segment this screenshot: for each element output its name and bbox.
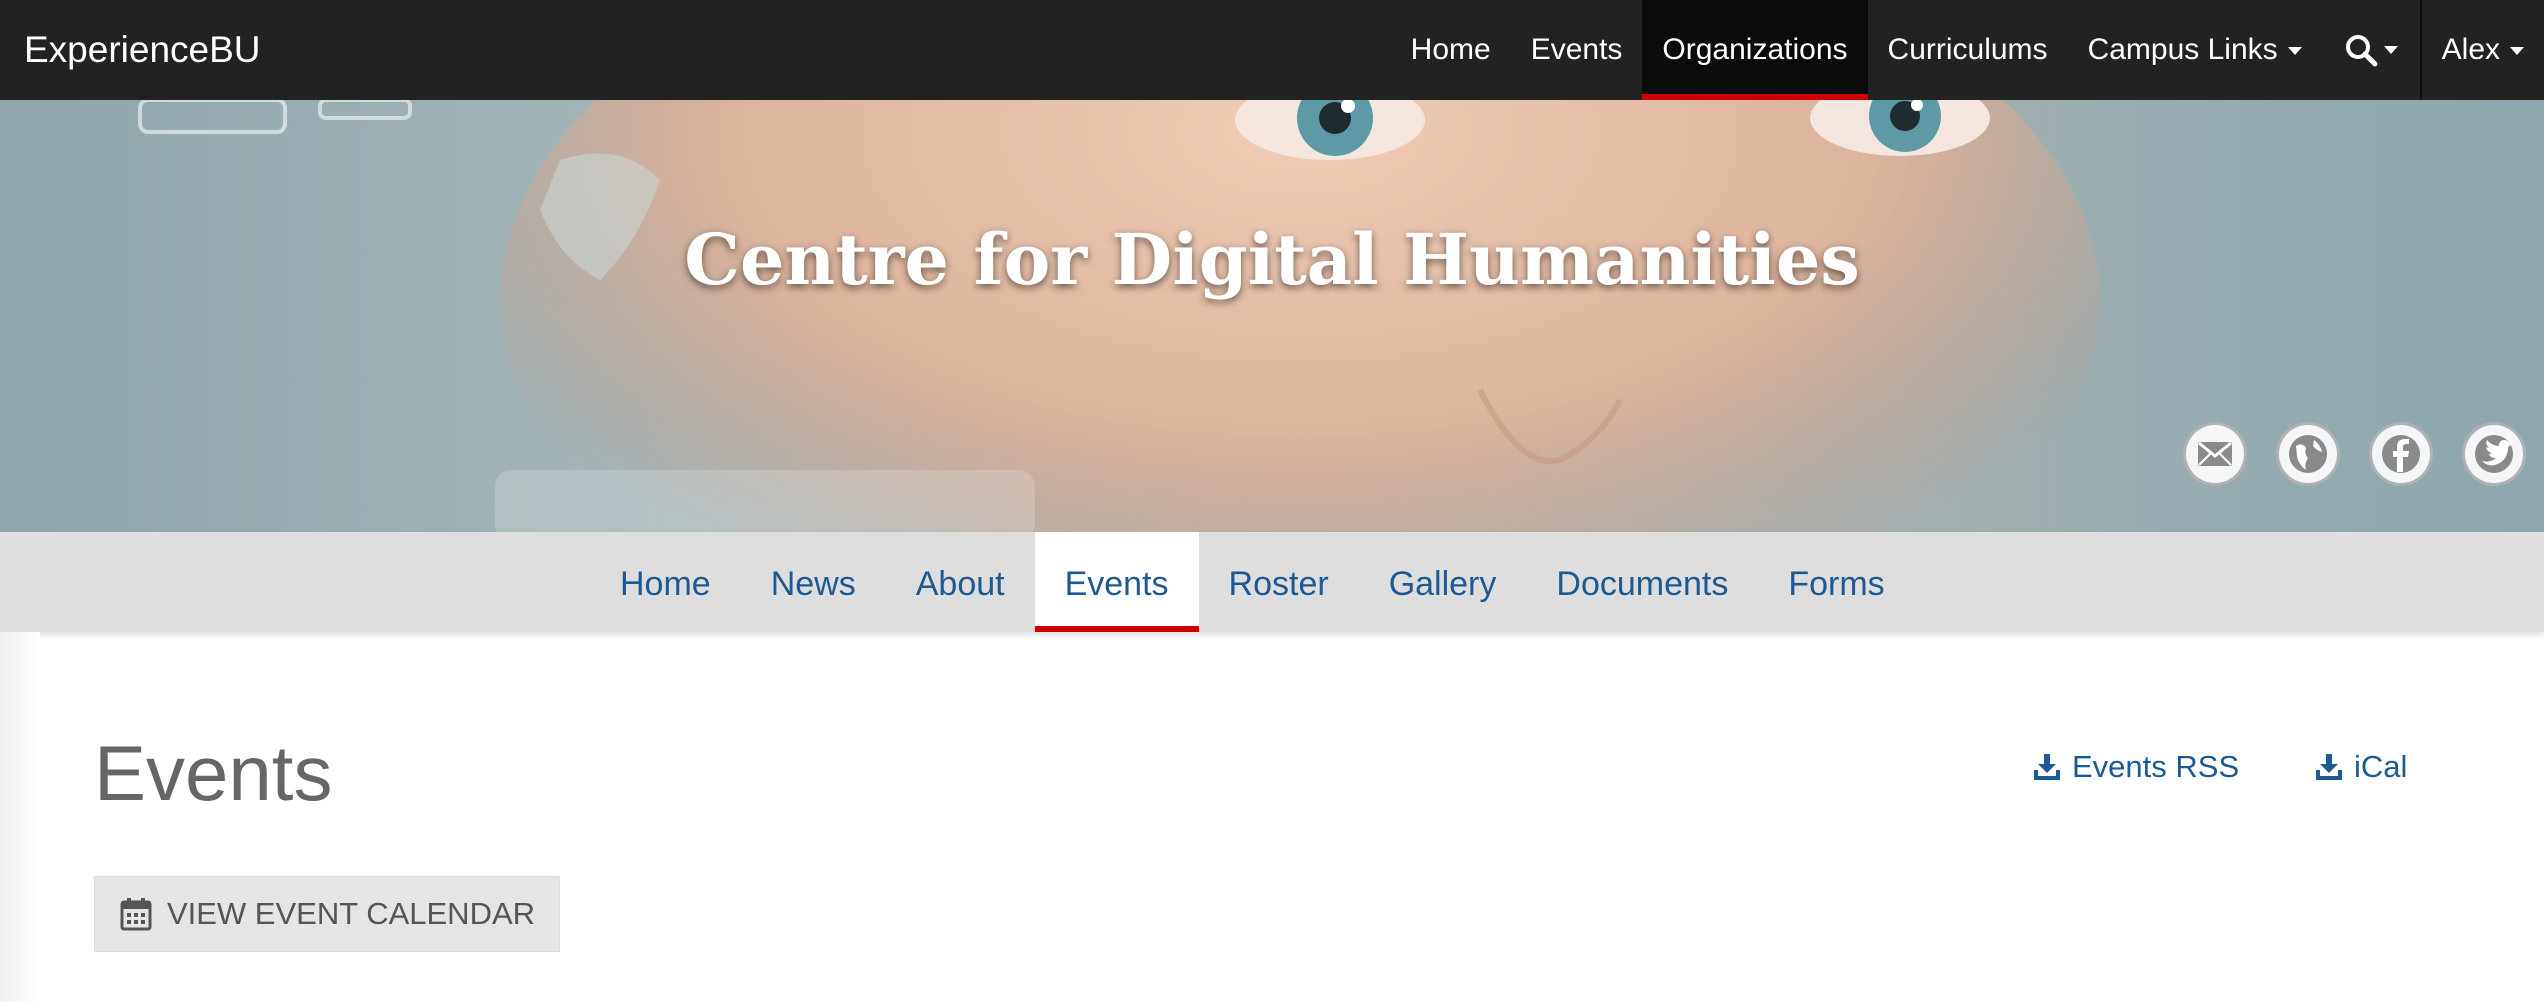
calendar-icon — [120, 898, 152, 931]
ical-link[interactable]: iCal — [2314, 749, 2407, 785]
chevron-down-icon — [2383, 46, 2398, 54]
subnav-tabs: Home News About Events Roster Gallery Do… — [590, 532, 1915, 632]
download-icon — [2034, 754, 2060, 780]
email-link[interactable] — [2183, 422, 2247, 486]
hero-background-image — [0, 100, 2544, 532]
page-title: Events — [94, 729, 333, 817]
facebook-icon — [2382, 435, 2420, 473]
tab-events[interactable]: Events — [1034, 532, 1199, 632]
hero-banner: Centre for Digital Humanities — [0, 100, 2544, 532]
topnav-home[interactable]: Home — [1391, 0, 1511, 100]
chevron-down-icon — [2287, 47, 2302, 56]
topnav-events[interactable]: Events — [1511, 0, 1643, 100]
ical-label: iCal — [2354, 749, 2408, 784]
tab-documents[interactable]: Documents — [1526, 532, 1758, 632]
facebook-link[interactable] — [2369, 422, 2433, 486]
tab-roster[interactable]: Roster — [1199, 532, 1359, 632]
topnav-organizations[interactable]: Organizations — [1642, 0, 1868, 100]
download-icon — [2316, 754, 2342, 780]
content-left-shade — [0, 632, 40, 1002]
events-rss-link[interactable]: Events RSS — [2032, 749, 2239, 785]
tab-home[interactable]: Home — [590, 532, 741, 632]
tab-forms[interactable]: Forms — [1758, 532, 1914, 632]
user-name: Alex — [2441, 33, 2500, 66]
top-nav: Home Events Organizations Curriculums Ca… — [1391, 0, 2544, 100]
twitter-icon — [2475, 435, 2513, 473]
tab-gallery[interactable]: Gallery — [1359, 532, 1527, 632]
hero-title: Centre for Digital Humanities — [684, 218, 1860, 301]
website-link[interactable] — [2276, 422, 2340, 486]
topnav-campus-links[interactable]: Campus Links — [2068, 0, 2322, 100]
tab-news[interactable]: News — [741, 532, 886, 632]
events-rss-label: Events RSS — [2072, 749, 2240, 784]
search-toggle[interactable] — [2322, 0, 2420, 100]
social-links — [2183, 422, 2526, 486]
email-icon — [2198, 441, 2232, 466]
view-event-calendar-button[interactable]: VIEW EVENT CALENDAR — [94, 876, 560, 952]
topnav-curriculums[interactable]: Curriculums — [1868, 0, 2068, 100]
brand-logo[interactable]: ExperienceBU — [24, 0, 261, 100]
search-icon — [2345, 35, 2378, 67]
user-menu[interactable]: Alex — [2419, 0, 2544, 100]
tab-about[interactable]: About — [886, 532, 1035, 632]
organization-subnav: Home News About Events Roster Gallery Do… — [0, 532, 2544, 632]
view-event-calendar-label: VIEW EVENT CALENDAR — [166, 896, 536, 931]
topnav-campus-links-label: Campus Links — [2087, 33, 2278, 66]
chevron-down-icon — [2510, 47, 2524, 56]
twitter-link[interactable] — [2462, 422, 2526, 486]
globe-icon — [2289, 435, 2327, 473]
top-navbar: ExperienceBU Home Events Organizations C… — [0, 0, 2544, 101]
